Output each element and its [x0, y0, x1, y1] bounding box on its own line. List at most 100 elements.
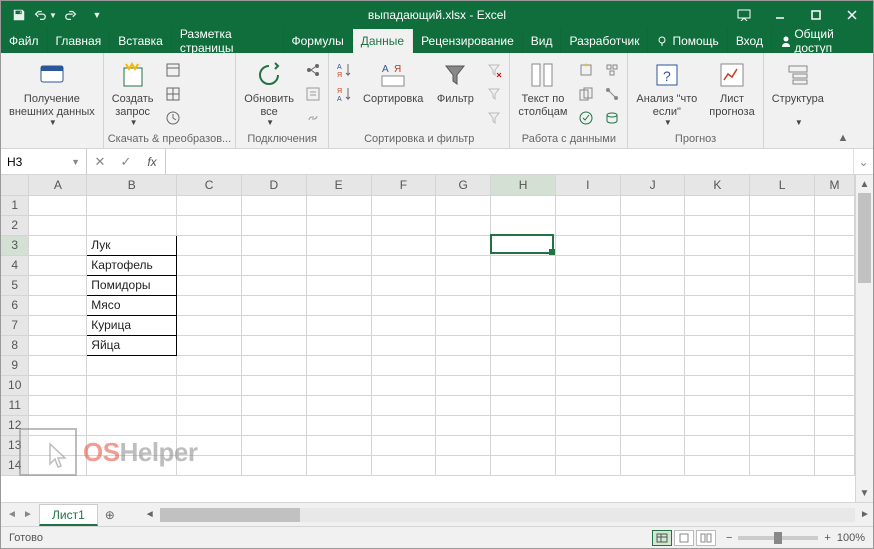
cell[interactable] [685, 335, 750, 355]
cell[interactable] [555, 395, 620, 415]
cell[interactable] [371, 195, 436, 215]
cell[interactable] [491, 195, 556, 215]
normal-view-icon[interactable] [652, 530, 672, 546]
cell[interactable] [555, 355, 620, 375]
cell[interactable]: Курица [87, 315, 177, 335]
cell[interactable] [177, 235, 242, 255]
cell[interactable] [177, 375, 242, 395]
cell[interactable] [555, 315, 620, 335]
tab-signin[interactable]: Вход [728, 29, 772, 53]
cell[interactable] [815, 335, 855, 355]
cell[interactable] [29, 335, 87, 355]
cell[interactable] [241, 195, 306, 215]
cell[interactable] [555, 295, 620, 315]
cell[interactable] [491, 415, 556, 435]
cell[interactable] [815, 375, 855, 395]
cell[interactable] [620, 295, 685, 315]
cell[interactable] [29, 395, 87, 415]
row-header[interactable]: 7 [1, 315, 29, 335]
cell[interactable] [306, 295, 371, 315]
cell[interactable] [750, 215, 815, 235]
cancel-formula-icon[interactable]: ✕ [87, 154, 113, 170]
cell[interactable] [491, 395, 556, 415]
cell[interactable] [29, 435, 87, 455]
cell[interactable] [685, 315, 750, 335]
cell[interactable] [306, 355, 371, 375]
row-header[interactable]: 10 [1, 375, 29, 395]
sheet-tab-nav[interactable]: ◄► [1, 503, 39, 526]
cell[interactable] [436, 295, 491, 315]
cell[interactable] [436, 455, 491, 475]
cell[interactable] [306, 255, 371, 275]
cell[interactable] [685, 295, 750, 315]
row-header[interactable]: 1 [1, 195, 29, 215]
cell[interactable] [620, 195, 685, 215]
tab-insert[interactable]: Вставка [110, 29, 172, 53]
tab-share[interactable]: Общий доступ [772, 29, 873, 53]
cell[interactable] [815, 275, 855, 295]
cell[interactable] [306, 455, 371, 475]
tab-view[interactable]: Вид [523, 29, 562, 53]
cell[interactable] [87, 195, 177, 215]
cell[interactable] [436, 355, 491, 375]
expand-formula-bar-icon[interactable]: ⌄ [853, 149, 873, 174]
column-header[interactable]: B [87, 175, 177, 195]
column-header[interactable]: D [241, 175, 306, 195]
cell[interactable] [620, 395, 685, 415]
what-if-button[interactable]: ? Анализ "что если"▼ [632, 57, 701, 129]
redo-icon[interactable] [59, 3, 83, 27]
cell[interactable] [491, 255, 556, 275]
cell[interactable]: Мясо [87, 295, 177, 315]
cell[interactable]: Лук [87, 235, 177, 255]
undo-icon[interactable]: ▼ [33, 3, 57, 27]
row-header[interactable]: 6 [1, 295, 29, 315]
clear-filter-icon[interactable] [483, 59, 505, 81]
outline-button[interactable]: Структура▼ [768, 57, 828, 129]
cell[interactable] [29, 195, 87, 215]
cell[interactable] [29, 275, 87, 295]
cell[interactable] [555, 195, 620, 215]
cell[interactable] [685, 455, 750, 475]
cell[interactable] [750, 435, 815, 455]
row-header[interactable]: 13 [1, 435, 29, 455]
manage-data-model-icon[interactable] [601, 107, 623, 129]
cell[interactable] [436, 215, 491, 235]
cell[interactable] [241, 275, 306, 295]
hscroll-thumb[interactable] [160, 508, 300, 522]
page-break-view-icon[interactable] [696, 530, 716, 546]
cell[interactable] [436, 375, 491, 395]
from-table-icon[interactable] [162, 83, 184, 105]
cell[interactable] [555, 255, 620, 275]
cell[interactable] [815, 435, 855, 455]
cell[interactable] [555, 275, 620, 295]
column-header[interactable]: G [436, 175, 491, 195]
cell[interactable] [555, 375, 620, 395]
cell[interactable] [555, 435, 620, 455]
cell[interactable] [177, 435, 242, 455]
sheet-tab[interactable]: Лист1 [39, 504, 98, 526]
enter-formula-icon[interactable]: ✓ [113, 154, 139, 170]
cell[interactable] [491, 215, 556, 235]
cell[interactable] [815, 195, 855, 215]
cell[interactable] [306, 435, 371, 455]
cell[interactable] [177, 455, 242, 475]
relationships-icon[interactable] [601, 83, 623, 105]
cell[interactable] [620, 275, 685, 295]
tab-data[interactable]: Данные [353, 29, 413, 53]
cell[interactable] [491, 335, 556, 355]
cell[interactable] [87, 435, 177, 455]
cell[interactable] [177, 355, 242, 375]
minimize-icon[interactable] [763, 1, 797, 29]
cell[interactable] [177, 215, 242, 235]
cell[interactable] [620, 455, 685, 475]
properties-icon[interactable] [302, 83, 324, 105]
cell[interactable] [371, 295, 436, 315]
advanced-filter-icon[interactable] [483, 107, 505, 129]
cell[interactable] [555, 335, 620, 355]
cell[interactable] [491, 435, 556, 455]
fx-icon[interactable]: fx [139, 155, 165, 169]
qat-customize-icon[interactable]: ▼ [85, 3, 109, 27]
cell[interactable]: Яйца [87, 335, 177, 355]
zoom-slider[interactable] [738, 536, 818, 540]
cell[interactable] [371, 335, 436, 355]
